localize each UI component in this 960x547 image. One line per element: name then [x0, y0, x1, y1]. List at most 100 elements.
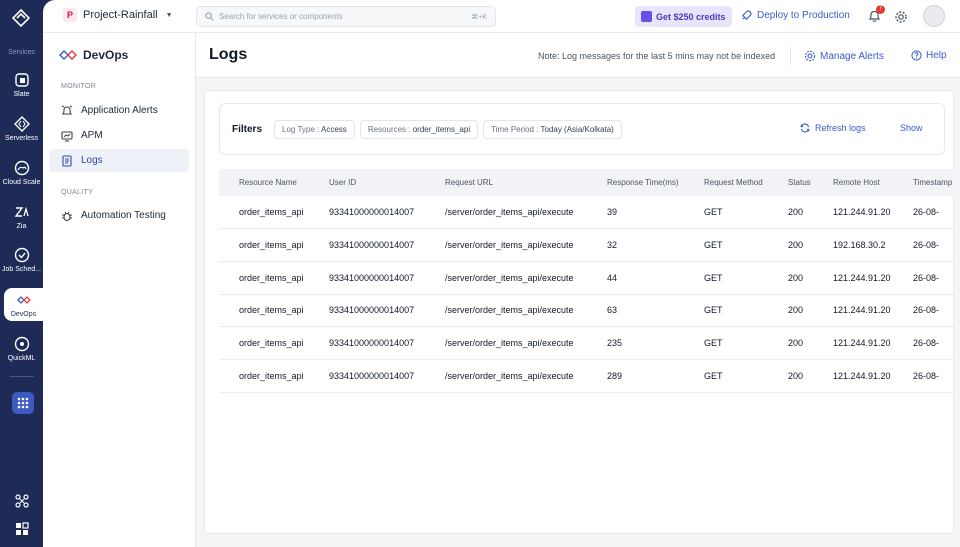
table-cell: 121.244.91.20 [813, 261, 893, 295]
help-label: Help [926, 50, 947, 61]
table-row[interactable]: order_items_api 93341000000014007/server/… [219, 261, 955, 295]
table-cell: GET [684, 228, 768, 262]
table-cell: GET [684, 196, 768, 230]
table-cell: order_items_api [219, 196, 309, 230]
sidebar-item-label: Application Alerts [81, 105, 158, 116]
table-cell: 26-08- [893, 261, 955, 295]
all-services-button[interactable] [12, 392, 34, 414]
table-cell: 289 [587, 359, 684, 393]
rail-item-devops[interactable]: DevOps [4, 288, 43, 321]
column-header[interactable]: Remote Host [813, 169, 893, 196]
chip-value: Today (Asia/Kolkata) [540, 124, 614, 134]
table-cell: GET [684, 326, 768, 360]
filter-chip-log-type[interactable]: Log Type : Access [274, 119, 355, 139]
table-cell: 200 [768, 261, 813, 295]
table-cell: GET [684, 261, 768, 295]
table-cell: 63 [587, 294, 684, 328]
get-credits-button[interactable]: Get $250 credits [635, 6, 732, 27]
slate-icon [14, 73, 29, 87]
table-cell: 121.244.91.20 [813, 294, 893, 328]
table-cell: /server/order_items_api/execute [425, 326, 587, 360]
logs-table: Resource Name User ID Request URL Respon… [219, 169, 955, 393]
rail-item-zia[interactable]: Zia [0, 204, 43, 230]
sidebar-item-automation-testing[interactable]: Automation Testing [49, 204, 189, 227]
table-cell: 26-08- [893, 196, 955, 230]
manage-alerts-link[interactable]: Manage Alerts [804, 50, 884, 62]
table-row[interactable]: order_items_api 93341000000014007/server/… [219, 294, 955, 328]
refresh-logs-label: Refresh logs [815, 123, 866, 133]
rail-item-serverless[interactable]: Serverless [0, 116, 43, 142]
table-cell: 121.244.91.20 [813, 359, 893, 393]
sidebar-item-logs[interactable]: Logs [49, 149, 189, 172]
rail-item-quickml[interactable]: QuickML [0, 336, 43, 362]
table-cell: 39 [587, 196, 684, 230]
cloud-scale-icon [14, 160, 29, 176]
rail-item-label: Job Sched... [2, 266, 41, 273]
sidebar-header: DevOps [59, 48, 128, 62]
avatar[interactable] [923, 5, 945, 27]
section-label-quality: QUALITY [61, 189, 94, 196]
table-cell: /server/order_items_api/execute [425, 294, 587, 328]
table-header-row: Resource Name User ID Request URL Respon… [219, 169, 955, 196]
quickml-icon [14, 336, 29, 352]
column-header[interactable]: Request Method [684, 169, 768, 196]
table-cell: 93341000000014007 [309, 359, 425, 393]
rail-item-slate[interactable]: Slate [0, 72, 43, 98]
table-cell: order_items_api [219, 261, 309, 295]
table-cell: 26-08- [893, 326, 955, 360]
table-cell: 93341000000014007 [309, 228, 425, 262]
filters-label: Filters [232, 123, 263, 135]
gear-icon[interactable] [894, 10, 908, 24]
table-row[interactable]: order_items_api 93341000000014007/server/… [219, 228, 955, 262]
notifications-button[interactable]: 7 [868, 5, 885, 23]
filter-chip-time-period[interactable]: Time Period : Today (Asia/Kolkata) [483, 119, 622, 139]
filter-chip-resources[interactable]: Resources : order_items_api [359, 119, 479, 139]
column-header[interactable]: Status [768, 169, 813, 196]
rail-divider [10, 376, 34, 377]
column-header[interactable]: Request URL [425, 169, 587, 196]
top-bar: P Project-Rainfall ▼ Search for services… [43, 0, 960, 33]
rail-item-label: Zia [16, 223, 27, 230]
search-placeholder: Search for services or components [219, 12, 343, 21]
table-row[interactable]: order_items_api 93341000000014007/server/… [219, 359, 955, 393]
main-content: Logs Note: Log messages for the last 5 m… [196, 33, 960, 547]
column-header[interactable]: Timestamp [893, 169, 955, 196]
table-row[interactable]: order_items_api 93341000000014007/server/… [219, 326, 955, 360]
sidebar-item-apm[interactable]: APM [49, 124, 189, 147]
index-note: Note: Log messages for the last 5 mins m… [538, 51, 776, 61]
bug-icon [62, 211, 72, 221]
help-link[interactable]: Help [911, 50, 947, 61]
show-button[interactable]: Show [900, 123, 923, 133]
table-cell: 93341000000014007 [309, 261, 425, 295]
search-shortcut: ⌘+K [471, 13, 487, 21]
devops-icon [59, 50, 77, 60]
search-input[interactable]: Search for services or components ⌘+K [196, 6, 496, 27]
logs-panel: Filters Log Type : Access Resources : or… [204, 90, 955, 534]
page-title: Logs [209, 46, 248, 63]
column-header[interactable]: User ID [309, 169, 425, 196]
sidebar-item-label: APM [81, 130, 103, 141]
deploy-label: Deploy to Production [757, 10, 850, 21]
table-cell: 200 [768, 196, 813, 230]
column-header[interactable]: Resource Name [219, 169, 309, 196]
rail-item-job-scheduling[interactable]: Job Sched... [0, 247, 43, 273]
refresh-logs-button[interactable]: Refresh logs [800, 123, 866, 133]
table-cell: 200 [768, 228, 813, 262]
deploy-to-production-button[interactable]: Deploy to Production [741, 10, 850, 21]
column-header[interactable]: Response Time(ms) [587, 169, 684, 196]
project-name: Project-Rainfall [83, 9, 158, 21]
project-badge: P [63, 8, 77, 22]
sidebar-item-application-alerts[interactable]: Application Alerts [49, 99, 189, 122]
table-row[interactable]: order_items_api 93341000000014007/server/… [219, 196, 955, 230]
integrations-icon[interactable] [15, 494, 29, 508]
project-switcher[interactable]: P Project-Rainfall ▼ [63, 8, 173, 22]
devops-icon [16, 296, 31, 304]
rail-item-cloud-scale[interactable]: Cloud Scale [0, 160, 43, 186]
rail-item-label: Cloud Scale [2, 179, 41, 186]
table-cell: order_items_api [219, 326, 309, 360]
table-cell: 200 [768, 326, 813, 360]
catalyst-logo-icon[interactable] [11, 8, 31, 28]
table-cell: GET [684, 359, 768, 393]
table-cell: 200 [768, 359, 813, 393]
widgets-icon[interactable] [15, 522, 29, 536]
